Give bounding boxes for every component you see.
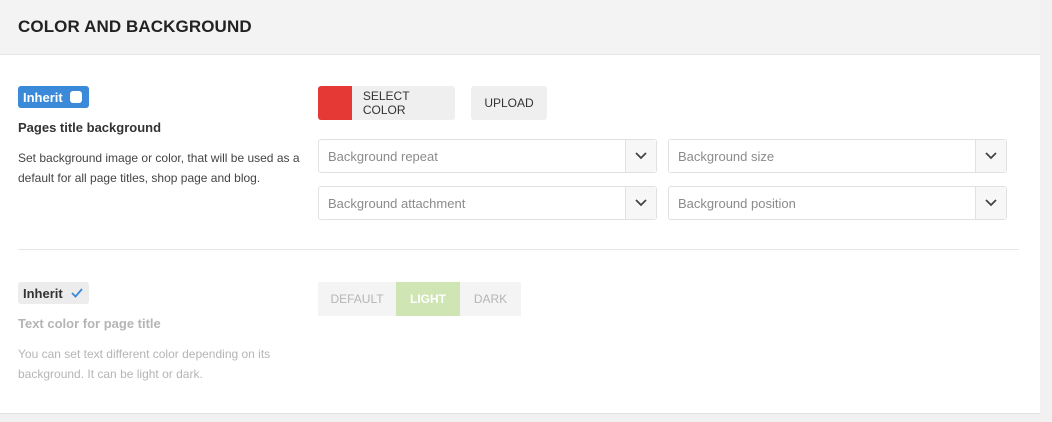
select-placeholder: Background position xyxy=(678,196,796,211)
chevron-down-icon[interactable] xyxy=(625,140,656,172)
chevron-down-icon[interactable] xyxy=(975,140,1006,172)
check-icon xyxy=(71,285,83,301)
option-default-button[interactable]: DEFAULT xyxy=(318,282,396,316)
option-dark-button[interactable]: DARK xyxy=(460,282,521,316)
panel-header: COLOR AND BACKGROUND xyxy=(0,0,1040,55)
chevron-down-icon[interactable] xyxy=(975,187,1006,219)
chevron-down-icon[interactable] xyxy=(625,187,656,219)
field-title-background: Pages title background xyxy=(18,120,162,135)
field-description-background: Set background image or color, that will… xyxy=(18,151,300,185)
field-description-text-color: You can set text different color dependi… xyxy=(18,347,271,381)
section-title: COLOR AND BACKGROUND xyxy=(18,17,252,36)
select-placeholder: Background attachment xyxy=(328,196,466,211)
color-swatch xyxy=(318,86,352,120)
background-repeat-select[interactable]: Background repeat xyxy=(318,139,657,173)
inherit-toggle-text-color[interactable]: Inherit xyxy=(18,282,89,304)
upload-button[interactable]: UPLOAD xyxy=(471,86,547,120)
background-attachment-select[interactable]: Background attachment xyxy=(318,186,657,220)
inherit-label: Inherit xyxy=(23,285,63,301)
select-color-label: SELECT COLOR xyxy=(362,89,410,117)
select-placeholder: Background size xyxy=(678,149,775,164)
page-background-edge xyxy=(1040,0,1052,422)
select-color-button[interactable]: SELECT COLOR xyxy=(318,86,455,120)
inherit-label: Inherit xyxy=(23,89,63,105)
background-size-select[interactable]: Background size xyxy=(668,139,1007,173)
options-panel: COLOR AND BACKGROUND Inherit Pages title… xyxy=(0,0,1040,414)
background-position-select[interactable]: Background position xyxy=(668,186,1007,220)
option-light-button[interactable]: LIGHT xyxy=(396,282,460,316)
select-placeholder: Background repeat xyxy=(328,149,438,164)
field-divider xyxy=(18,249,1019,250)
checkbox-unchecked-icon xyxy=(69,91,82,103)
field-title-text-color: Text color for page title xyxy=(18,316,161,331)
inherit-toggle-background[interactable]: Inherit xyxy=(18,86,89,108)
